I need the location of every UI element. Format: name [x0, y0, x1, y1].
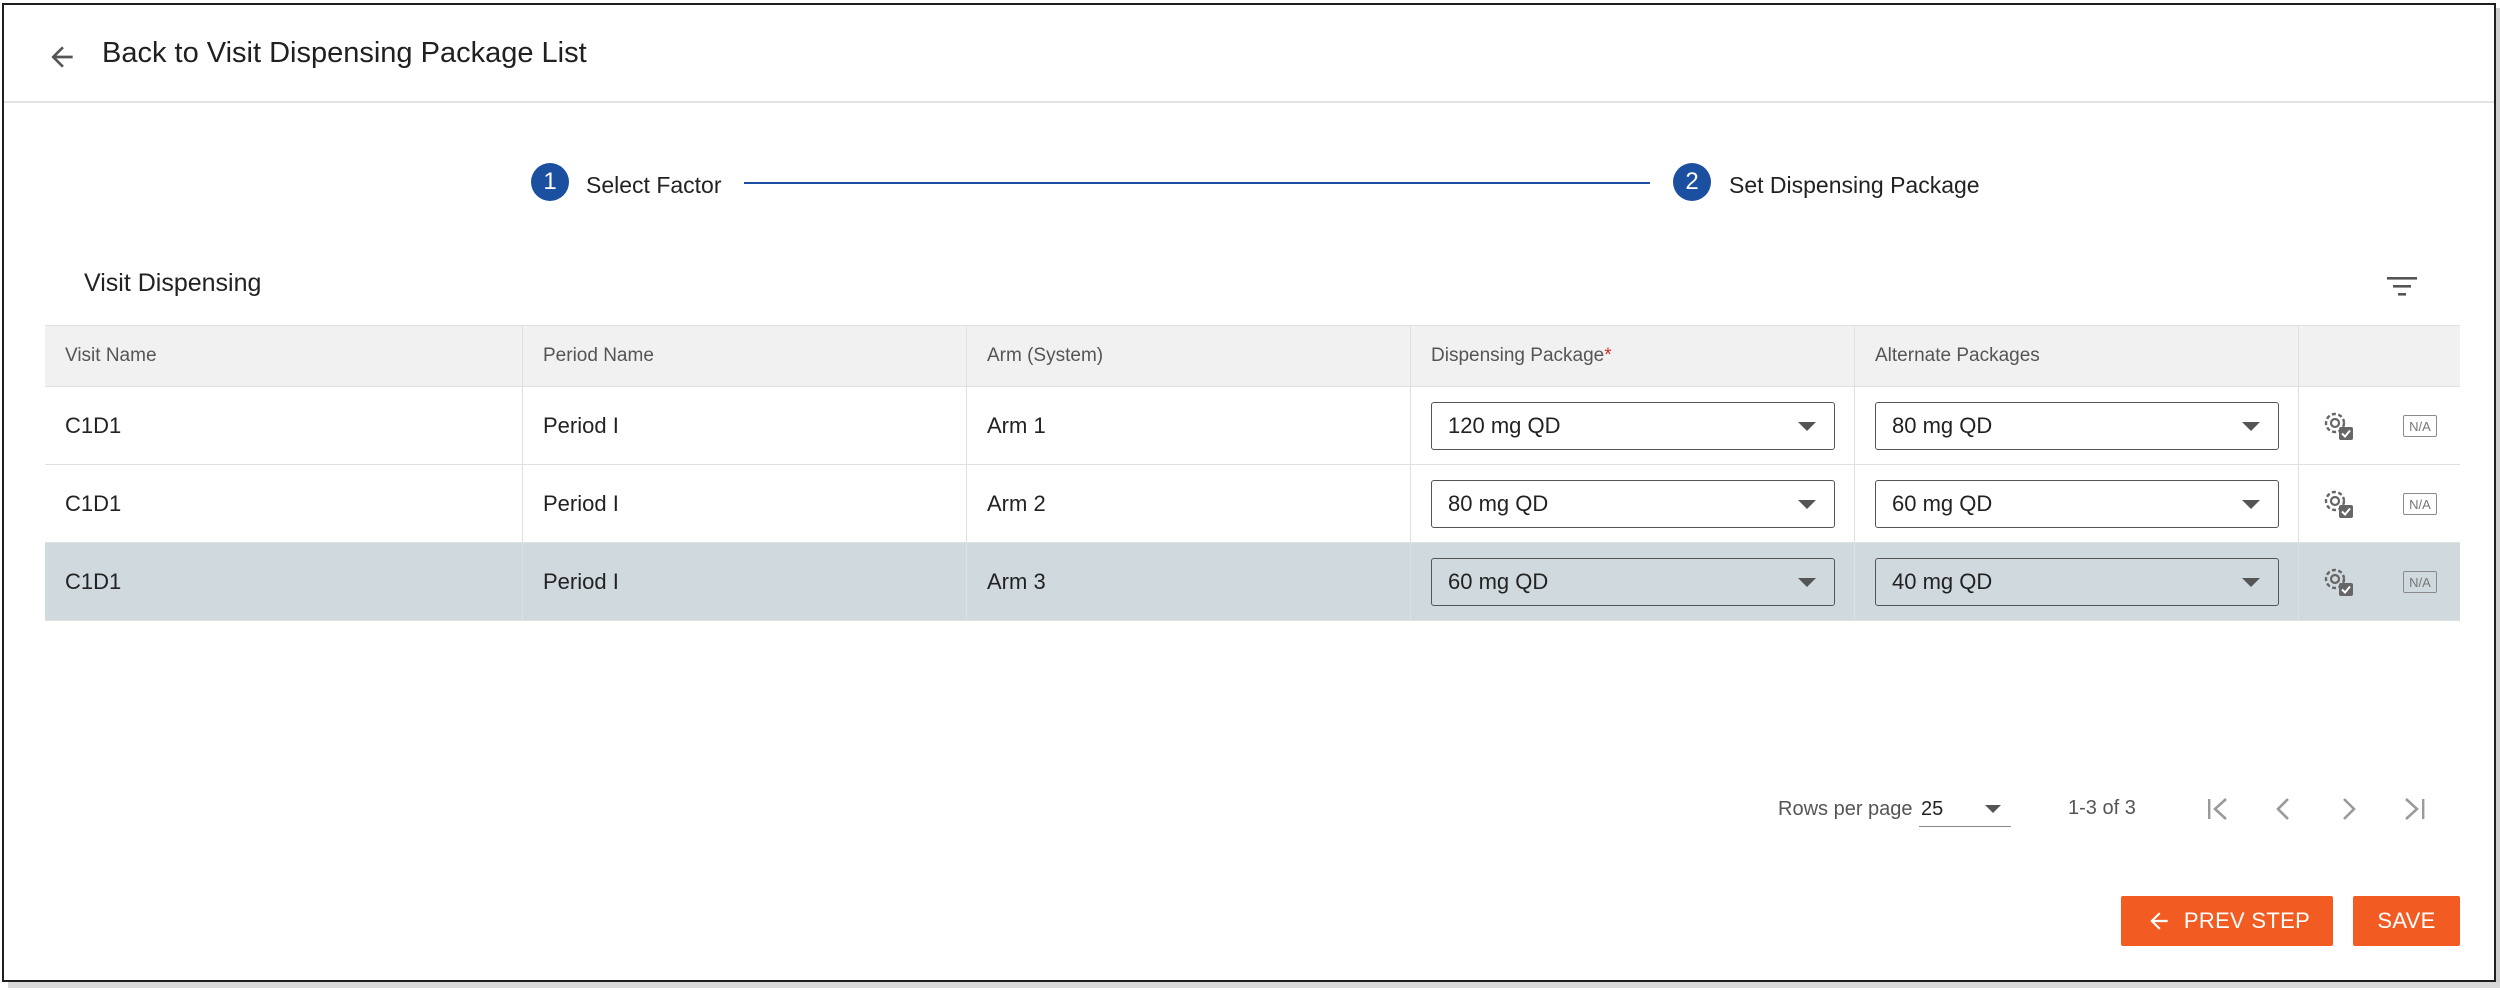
cell-arm: Arm 1 [967, 387, 1411, 464]
last-page-icon[interactable] [2396, 793, 2432, 825]
cell-arm: Arm 2 [967, 465, 1411, 542]
alternate-packages-value: 40 mg QD [1892, 569, 1993, 594]
step-1-circle[interactable]: 1 [531, 163, 569, 201]
alternate-packages-select[interactable]: 60 mg QD [1875, 480, 2279, 528]
cell-visit-name: C1D1 [45, 465, 523, 542]
dropdown-caret-icon [1798, 578, 1816, 587]
column-header-actions [2299, 326, 2460, 386]
column-header-period-name: Period Name [523, 326, 967, 386]
dropdown-caret-icon [2242, 578, 2260, 587]
cell-period-name: Period I [523, 387, 967, 464]
back-arrow-icon[interactable] [46, 41, 78, 73]
alternate-packages-value: 80 mg QD [1892, 413, 1993, 438]
na-icon[interactable]: N/A [2403, 415, 2437, 437]
table-row[interactable]: C1D1 Period I Arm 3 60 mg QD 40 mg QD N/… [45, 543, 2460, 621]
app-window: Back to Visit Dispensing Package List 1 … [2, 3, 2496, 982]
dispensing-package-select[interactable]: 80 mg QD [1431, 480, 1835, 528]
column-header-dispensing-package-label: Dispensing Package [1431, 345, 1605, 366]
na-icon[interactable]: N/A [2403, 493, 2437, 515]
rows-per-page-label: Rows per page [1778, 798, 1913, 820]
alternate-packages-select[interactable]: 40 mg QD [1875, 558, 2279, 606]
stepper-connector [744, 182, 1650, 184]
pagination-range: 1-3 of 3 [2068, 797, 2136, 819]
previous-page-icon[interactable] [2266, 793, 2302, 825]
gear-check-icon[interactable] [2319, 407, 2359, 445]
cell-arm: Arm 3 [967, 543, 1411, 620]
dispensing-package-select[interactable]: 120 mg QD [1431, 402, 1835, 450]
gear-check-icon[interactable] [2319, 563, 2359, 601]
dispensing-package-value: 80 mg QD [1448, 491, 1549, 516]
dispensing-package-select[interactable]: 60 mg QD [1431, 558, 1835, 606]
column-header-dispensing-package: Dispensing Package * [1411, 326, 1855, 386]
step-1-label[interactable]: Select Factor [586, 172, 722, 199]
gear-check-icon[interactable] [2319, 485, 2359, 523]
column-header-alternate-packages: Alternate Packages [1855, 326, 2299, 386]
cell-period-name: Period I [523, 465, 967, 542]
dropdown-caret-icon [1985, 805, 2001, 813]
prev-step-label: PREV STEP [2183, 908, 2311, 933]
prev-step-button[interactable]: PREV STEP [2121, 896, 2333, 946]
arrow-left-icon [2150, 912, 2168, 930]
step-2-circle[interactable]: 2 [1673, 163, 1711, 201]
dropdown-caret-icon [1798, 422, 1816, 431]
rows-per-page-select[interactable]: 25 [1919, 791, 2011, 827]
filter-icon[interactable] [2384, 271, 2420, 301]
dispensing-package-value: 120 mg QD [1448, 413, 1561, 438]
dropdown-caret-icon [2242, 422, 2260, 431]
cell-visit-name: C1D1 [45, 543, 523, 620]
alternate-packages-select[interactable]: 80 mg QD [1875, 402, 2279, 450]
required-marker: * [1604, 345, 1612, 366]
table-row[interactable]: C1D1 Period I Arm 1 120 mg QD 80 mg QD N… [45, 387, 2460, 465]
dropdown-caret-icon [2242, 500, 2260, 509]
column-header-arm: Arm (System) [967, 326, 1411, 386]
cell-period-name: Period I [523, 543, 967, 620]
alternate-packages-value: 60 mg QD [1892, 491, 1993, 516]
top-bar: Back to Visit Dispensing Package List [4, 5, 2494, 103]
visit-dispensing-table: Visit Name Period Name Arm (System) Disp… [45, 325, 2460, 621]
na-icon[interactable]: N/A [2403, 571, 2437, 593]
step-2-label[interactable]: Set Dispensing Package [1729, 172, 1980, 199]
cell-visit-name: C1D1 [45, 387, 523, 464]
rows-per-page-value: 25 [1921, 798, 1944, 820]
table-row[interactable]: C1D1 Period I Arm 2 80 mg QD 60 mg QD N/… [45, 465, 2460, 543]
next-page-icon[interactable] [2330, 793, 2366, 825]
dropdown-caret-icon [1798, 500, 1816, 509]
table-header: Visit Name Period Name Arm (System) Disp… [45, 325, 2460, 387]
section-title: Visit Dispensing [84, 269, 262, 297]
back-link-title[interactable]: Back to Visit Dispensing Package List [102, 37, 587, 70]
first-page-icon[interactable] [2200, 793, 2236, 825]
column-header-visit-name: Visit Name [45, 326, 523, 386]
dispensing-package-value: 60 mg QD [1448, 569, 1549, 594]
save-button[interactable]: SAVE [2353, 896, 2460, 946]
